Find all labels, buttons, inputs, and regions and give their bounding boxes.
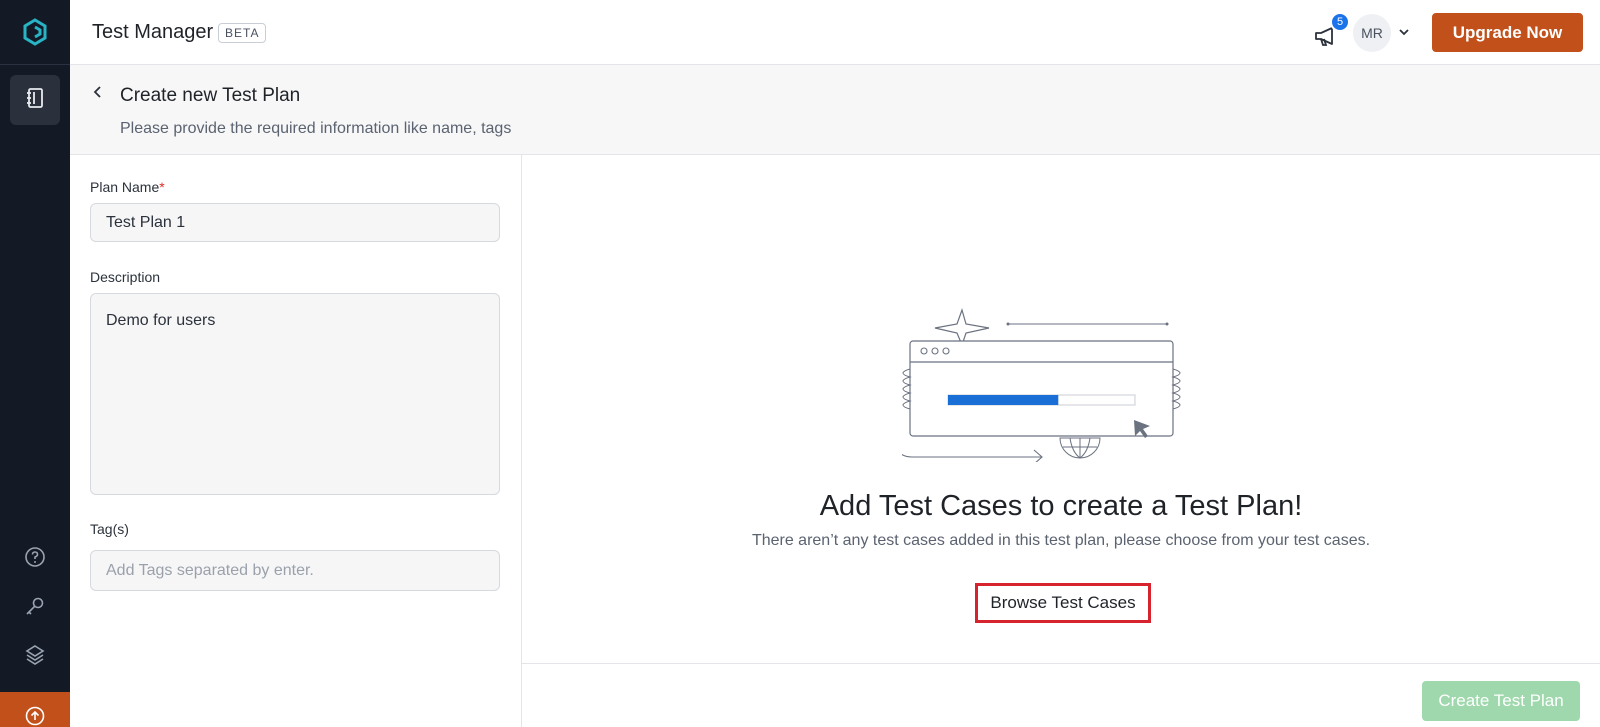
beta-badge: BETA <box>218 23 267 43</box>
page-header: Create new Test Plan Please provide the … <box>70 65 1600 155</box>
app-logo-icon[interactable] <box>21 18 49 46</box>
sidebar-upgrade-button[interactable] <box>0 692 70 727</box>
top-bar: Test Manager BETA 5 MR Upgrade Now <box>70 0 1600 65</box>
page-subtitle: Please provide the required information … <box>120 120 512 137</box>
upgrade-now-button[interactable]: Upgrade Now <box>1432 13 1583 52</box>
sidebar-item-test-manager[interactable] <box>10 75 60 125</box>
empty-state-description: There aren’t any test cases added in thi… <box>751 532 1371 549</box>
app-title: Test Manager <box>92 21 214 43</box>
create-test-plan-button[interactable]: Create Test Plan <box>1422 681 1580 721</box>
announcements-button[interactable]: 5 <box>1312 12 1350 50</box>
plan-name-label: Plan Name* <box>90 179 165 195</box>
sidebar-divider <box>0 64 70 65</box>
description-textarea[interactable]: Demo for users <box>90 293 500 495</box>
help-circle-icon[interactable] <box>22 544 48 570</box>
page-title: Create new Test Plan <box>120 85 301 106</box>
chevron-down-icon[interactable] <box>1397 25 1411 39</box>
notebook-icon <box>26 87 44 113</box>
browse-test-cases-button[interactable]: Browse Test Cases <box>975 583 1151 623</box>
test-cases-panel: Add Test Cases to create a Test Plan! Th… <box>522 155 1600 727</box>
test-plan-form: Plan Name* Description Demo for users Ta… <box>70 155 522 727</box>
empty-state-illustration <box>891 307 1202 465</box>
tags-input[interactable] <box>90 550 500 591</box>
plan-name-input[interactable] <box>90 203 500 242</box>
arrow-up-circle-icon <box>25 706 45 727</box>
user-avatar[interactable]: MR <box>1353 14 1391 52</box>
notification-count-badge: 5 <box>1330 12 1350 32</box>
integrations-icon[interactable] <box>22 642 48 668</box>
key-icon[interactable] <box>22 593 48 619</box>
description-label: Description <box>90 269 161 285</box>
empty-state-title: Add Test Cases to create a Test Plan! <box>819 490 1303 522</box>
chevron-left-icon <box>91 85 105 104</box>
footer-divider <box>522 663 1600 664</box>
illustration-progress-fill <box>948 395 1059 405</box>
sidebar <box>0 0 70 727</box>
back-button[interactable] <box>88 84 108 104</box>
tags-label: Tag(s) <box>90 521 129 537</box>
